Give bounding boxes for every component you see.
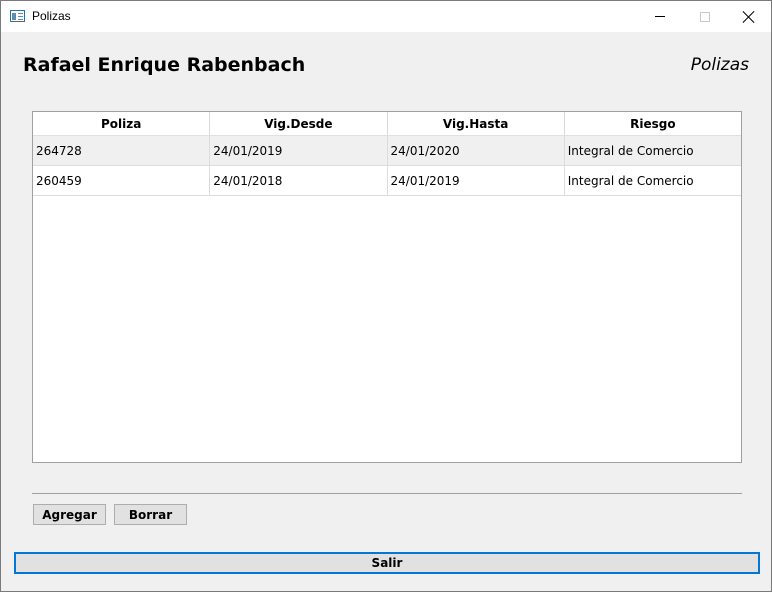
table-row[interactable]: 264728 24/01/2019 24/01/2020 Integral de…	[33, 136, 741, 166]
cell-vig-desde[interactable]: 24/01/2019	[210, 136, 388, 165]
separator-line	[32, 493, 742, 494]
exit-button[interactable]: Salir	[14, 552, 760, 574]
title-bar[interactable]: Polizas	[1, 1, 771, 32]
cell-riesgo[interactable]: Integral de Comercio	[565, 136, 741, 165]
table-header: Poliza Vig.Desde Vig.Hasta Riesgo	[33, 112, 741, 136]
form-title: Polizas	[690, 55, 749, 75]
add-button[interactable]: Agregar	[33, 504, 106, 525]
polizas-window: Polizas Rafael Enrique Rabenbach Polizas…	[0, 0, 772, 592]
column-header-vig-hasta[interactable]: Vig.Hasta	[388, 112, 565, 135]
cell-vig-hasta[interactable]: 24/01/2020	[388, 136, 565, 165]
client-name: Rafael Enrique Rabenbach	[23, 54, 306, 76]
close-icon	[743, 11, 755, 23]
close-button[interactable]	[726, 1, 772, 32]
column-header-riesgo[interactable]: Riesgo	[565, 112, 741, 135]
table-row[interactable]: 260459 24/01/2018 24/01/2019 Integral de…	[33, 166, 741, 196]
minimize-icon	[655, 16, 665, 17]
maximize-button[interactable]	[682, 1, 728, 32]
cell-poliza[interactable]: 264728	[33, 136, 211, 165]
window-app-icon	[10, 10, 25, 22]
polizas-table[interactable]: Poliza Vig.Desde Vig.Hasta Riesgo 264728…	[32, 111, 742, 463]
column-header-poliza[interactable]: Poliza	[33, 112, 211, 135]
delete-button[interactable]: Borrar	[114, 504, 187, 525]
cell-poliza[interactable]: 260459	[33, 166, 211, 195]
maximize-icon	[700, 11, 710, 22]
column-header-vig-desde[interactable]: Vig.Desde	[210, 112, 388, 135]
cell-vig-desde[interactable]: 24/01/2018	[210, 166, 388, 195]
cell-vig-hasta[interactable]: 24/01/2019	[388, 166, 565, 195]
minimize-button[interactable]	[637, 1, 683, 32]
window-title: Polizas	[32, 9, 71, 23]
cell-riesgo[interactable]: Integral de Comercio	[565, 166, 741, 195]
